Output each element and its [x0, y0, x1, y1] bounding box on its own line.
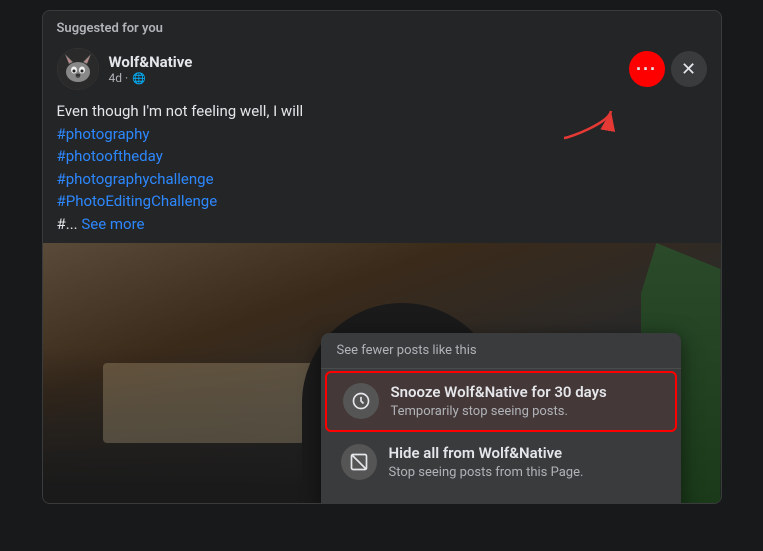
dropdown-item-hide[interactable]: Hide all from Wolf&Native Stop seeing po…	[325, 434, 677, 491]
post-meta: 4d · 🌐	[109, 71, 193, 85]
dropdown-header: See fewer posts like this	[321, 337, 681, 369]
snooze-title: Snooze Wolf&Native for 30 days	[391, 383, 607, 403]
hashtag-photoeditingchallenge[interactable]: #PhotoEditingChallenge	[57, 192, 218, 210]
hashtag-suffix: #...	[57, 215, 82, 233]
post-text: Even though I'm not feeling well, I will…	[43, 96, 721, 243]
hashtag-photography[interactable]: #photography	[57, 125, 150, 143]
post-image: See fewer posts like this Snooze Wolf&Na…	[43, 243, 721, 503]
suggested-label: Suggested for you	[43, 11, 721, 42]
hashtag-photographychallenge[interactable]: #photographychallenge	[57, 170, 214, 188]
close-button[interactable]: ✕	[671, 51, 707, 87]
dropdown-item-snooze[interactable]: Snooze Wolf&Native for 30 days Temporari…	[325, 371, 677, 432]
snooze-icon	[343, 383, 379, 419]
hide-icon	[341, 444, 377, 480]
more-button[interactable]: ···	[629, 51, 665, 87]
hide-title: Hide all from Wolf&Native	[389, 444, 584, 464]
arrow-indicator	[559, 103, 619, 143]
avatar[interactable]	[57, 48, 99, 90]
hide-subtitle: Stop seeing posts from this Page.	[389, 465, 584, 482]
dropdown-item-report[interactable]: Report photo We won't let Wolf&Native kn…	[325, 494, 677, 503]
dropdown-menu: See fewer posts like this Snooze Wolf&Na…	[321, 333, 681, 503]
hashtag-photooftheday[interactable]: #photooftheday	[57, 147, 163, 165]
page-name[interactable]: Wolf&Native	[109, 53, 193, 71]
globe-icon: 🌐	[132, 72, 146, 85]
see-more-link[interactable]: See more	[81, 215, 144, 233]
card: Suggested for you	[42, 10, 722, 504]
snooze-subtitle: Temporarily stop seeing posts.	[391, 404, 607, 421]
